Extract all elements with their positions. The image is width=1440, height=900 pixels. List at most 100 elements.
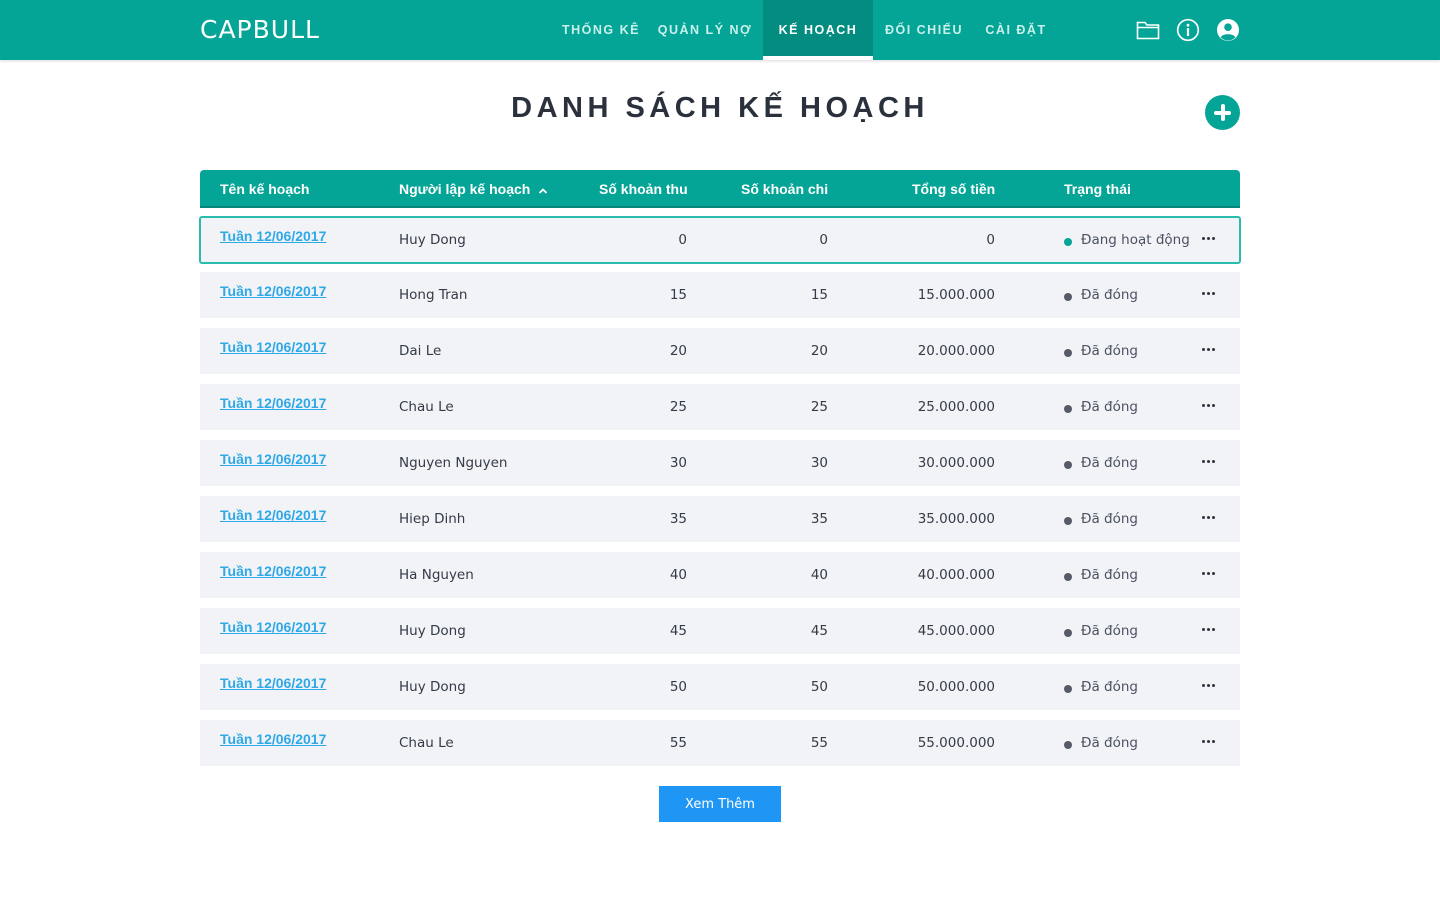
column-header-income-count[interactable]: Số khoản thu bbox=[599, 170, 688, 208]
expense-count: 45 bbox=[810, 623, 828, 639]
status-label: Đang hoạt động bbox=[1081, 232, 1190, 248]
creator-name: Nguyen Nguyen bbox=[399, 455, 508, 471]
status-dot-icon bbox=[1064, 685, 1072, 693]
expense-count: 20 bbox=[810, 343, 828, 359]
status-label: Đã đóng bbox=[1081, 735, 1138, 751]
nav-doi-chieu[interactable]: ĐỐI CHIẾU bbox=[876, 0, 972, 60]
status-dot-icon bbox=[1064, 517, 1072, 525]
table-row[interactable]: Tuần 12/06/2017 Dai Le 20 20 20.000.000 Đã đó… bbox=[200, 328, 1240, 374]
plan-name-link[interactable]: Tuần 12/06/2017 bbox=[220, 716, 326, 762]
more-options-icon[interactable] bbox=[1202, 234, 1216, 244]
table-row[interactable]: Tuần 12/06/2017 Hong Tran 15 15 15.000.000 Đã… bbox=[200, 272, 1240, 318]
plan-name-link[interactable]: Tuần 12/06/2017 bbox=[220, 324, 326, 370]
total-amount: 15.000.000 bbox=[917, 287, 995, 303]
add-plan-button[interactable] bbox=[1205, 95, 1240, 130]
income-count: 20 bbox=[669, 343, 687, 359]
total-amount: 55.000.000 bbox=[917, 735, 995, 751]
plan-name-link[interactable]: Tuần 12/06/2017 bbox=[220, 548, 326, 594]
expense-count: 0 bbox=[819, 232, 828, 248]
plan-name-link[interactable]: Tuần 12/06/2017 bbox=[220, 213, 326, 259]
total-amount: 35.000.000 bbox=[917, 511, 995, 527]
income-count: 50 bbox=[669, 679, 687, 695]
status-label: Đã đóng bbox=[1081, 455, 1138, 471]
folder-icon[interactable] bbox=[1136, 18, 1160, 42]
plan-name-link[interactable]: Tuần 12/06/2017 bbox=[220, 436, 326, 482]
more-options-icon[interactable] bbox=[1202, 457, 1216, 467]
income-count: 0 bbox=[678, 232, 687, 248]
total-amount: 0 bbox=[986, 232, 995, 248]
nav-cai-dat[interactable]: CÀI ĐẶT bbox=[976, 0, 1056, 60]
more-options-icon[interactable] bbox=[1202, 401, 1216, 411]
more-options-icon[interactable] bbox=[1202, 681, 1216, 691]
total-amount: 45.000.000 bbox=[917, 623, 995, 639]
status-dot-icon bbox=[1064, 461, 1072, 469]
income-count: 30 bbox=[669, 455, 687, 471]
expense-count: 30 bbox=[810, 455, 828, 471]
total-amount: 20.000.000 bbox=[917, 343, 995, 359]
column-header-expense-count[interactable]: Số khoản chi bbox=[741, 170, 828, 208]
income-count: 15 bbox=[669, 287, 687, 303]
sort-ascending-icon[interactable] bbox=[538, 171, 548, 209]
status-label: Đã đóng bbox=[1081, 287, 1138, 303]
app-logo[interactable]: CAPBULL bbox=[200, 16, 320, 44]
creator-name: Hong Tran bbox=[399, 287, 468, 303]
nav-quan-ly-no[interactable]: QUẢN LÝ NỢ bbox=[650, 0, 760, 60]
plan-name-link[interactable]: Tuần 12/06/2017 bbox=[220, 660, 326, 706]
expense-count: 40 bbox=[810, 567, 828, 583]
creator-name: Ha Nguyen bbox=[399, 567, 474, 583]
creator-name: Huy Dong bbox=[399, 623, 466, 639]
expense-count: 15 bbox=[810, 287, 828, 303]
status-dot-icon bbox=[1064, 293, 1072, 301]
table-row[interactable]: Tuần 12/06/2017 Hiep Dinh 35 35 35.000.000 Đã… bbox=[200, 496, 1240, 542]
creator-name: Dai Le bbox=[399, 343, 442, 359]
total-amount: 30.000.000 bbox=[917, 455, 995, 471]
plan-name-link[interactable]: Tuần 12/06/2017 bbox=[220, 380, 326, 426]
status-label: Đã đóng bbox=[1081, 343, 1138, 359]
status-dot-icon bbox=[1064, 741, 1072, 749]
income-count: 45 bbox=[669, 623, 687, 639]
more-options-icon[interactable] bbox=[1202, 569, 1216, 579]
plan-name-link[interactable]: Tuần 12/06/2017 bbox=[220, 268, 326, 314]
column-header-creator-label: Người lập kế hoạch bbox=[399, 181, 531, 197]
expense-count: 35 bbox=[810, 511, 828, 527]
status-label: Đã đóng bbox=[1081, 679, 1138, 695]
expense-count: 50 bbox=[810, 679, 828, 695]
more-options-icon[interactable] bbox=[1202, 737, 1216, 747]
more-options-icon[interactable] bbox=[1202, 513, 1216, 523]
status-dot-icon bbox=[1064, 349, 1072, 357]
income-count: 40 bbox=[669, 567, 687, 583]
load-more-button[interactable]: Xem Thêm bbox=[659, 786, 781, 822]
column-header-creator[interactable]: Người lập kế hoạch bbox=[399, 170, 548, 208]
table-row[interactable]: Tuần 12/06/2017 Ha Nguyen 40 40 40.000.000 Đã… bbox=[200, 552, 1240, 598]
plan-name-link[interactable]: Tuần 12/06/2017 bbox=[220, 604, 326, 650]
plan-name-link[interactable]: Tuần 12/06/2017 bbox=[220, 492, 326, 538]
total-amount: 25.000.000 bbox=[917, 399, 995, 415]
user-icon[interactable] bbox=[1216, 18, 1240, 42]
creator-name: Chau Le bbox=[399, 735, 454, 751]
column-header-status[interactable]: Trạng thái bbox=[1064, 170, 1131, 208]
table-row[interactable]: Tuần 12/06/2017 Huy Dong 0 0 0 Đang hoạt động bbox=[199, 216, 1241, 264]
more-options-icon[interactable] bbox=[1202, 289, 1216, 299]
expense-count: 25 bbox=[810, 399, 828, 415]
more-options-icon[interactable] bbox=[1202, 625, 1216, 635]
table-row[interactable]: Tuần 12/06/2017 Huy Dong 50 50 50.000.000 Đã … bbox=[200, 664, 1240, 710]
expense-count: 55 bbox=[810, 735, 828, 751]
more-options-icon[interactable] bbox=[1202, 345, 1216, 355]
table-header: Tên kế hoạch Người lập kế hoạch Số khoản… bbox=[200, 170, 1240, 208]
nav-ke-hoach[interactable]: KẾ HOẠCH bbox=[763, 0, 873, 60]
column-header-plan-name[interactable]: Tên kế hoạch bbox=[220, 170, 309, 208]
status-label: Đã đóng bbox=[1081, 567, 1138, 583]
creator-name: Hiep Dinh bbox=[399, 511, 466, 527]
info-icon[interactable] bbox=[1176, 18, 1200, 42]
table-row[interactable]: Tuần 12/06/2017 Huy Dong 45 45 45.000.000 Đã … bbox=[200, 608, 1240, 654]
table-row[interactable]: Tuần 12/06/2017 Nguyen Nguyen 30 30 30.000.0… bbox=[200, 440, 1240, 486]
table-row[interactable]: Tuần 12/06/2017 Chau Le 55 55 55.000.000 Đã đ… bbox=[200, 720, 1240, 766]
status-dot-icon bbox=[1064, 238, 1072, 246]
status-dot-icon bbox=[1064, 573, 1072, 581]
column-header-total-amount[interactable]: Tổng số tiền bbox=[912, 170, 995, 208]
income-count: 55 bbox=[669, 735, 687, 751]
nav-thong-ke[interactable]: THỐNG KÊ bbox=[552, 0, 650, 60]
table-row[interactable]: Tuần 12/06/2017 Chau Le 25 25 25.000.000 Đã đ… bbox=[200, 384, 1240, 430]
total-amount: 50.000.000 bbox=[917, 679, 995, 695]
status-dot-icon bbox=[1064, 405, 1072, 413]
